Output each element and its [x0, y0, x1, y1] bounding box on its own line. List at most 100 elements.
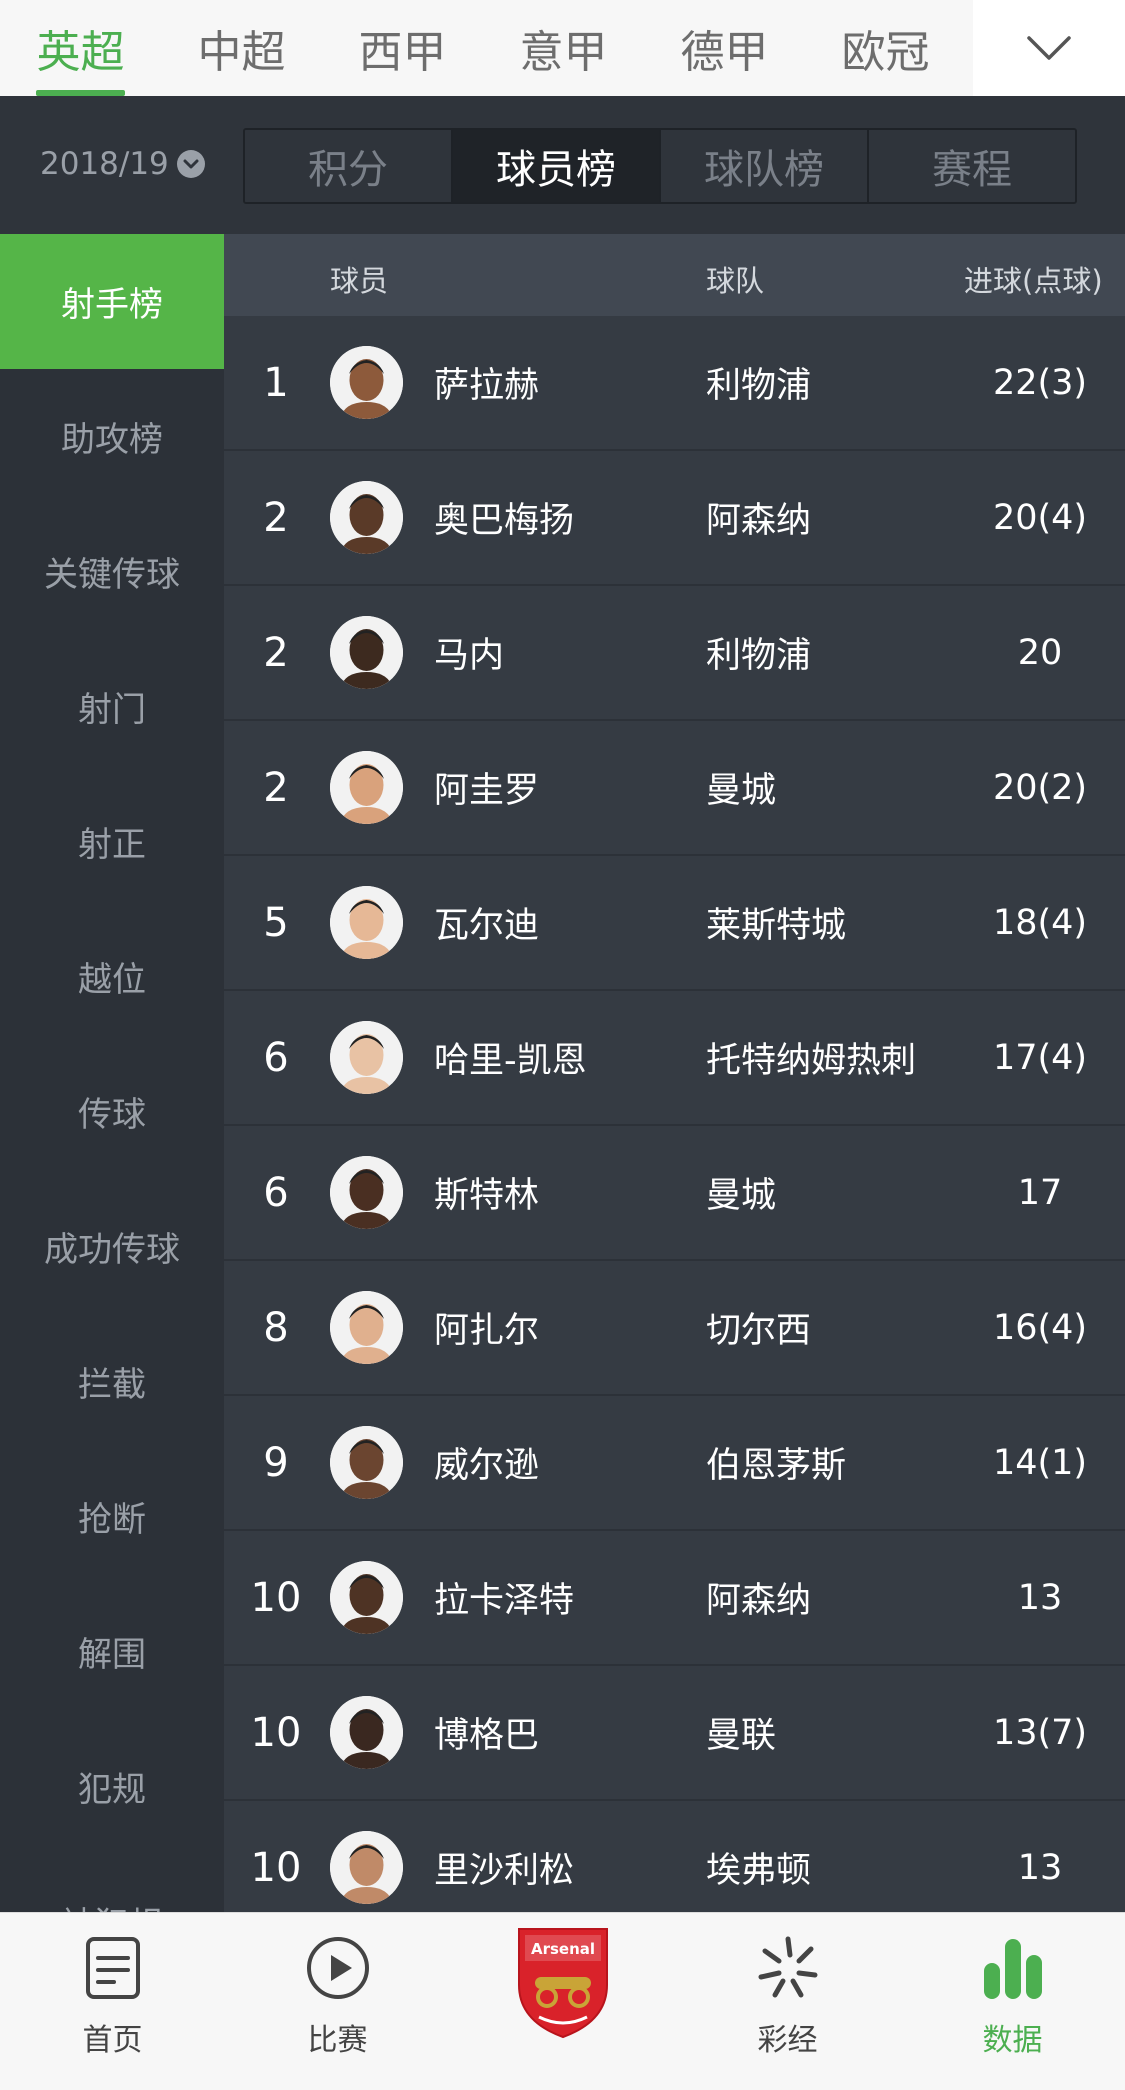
team-name: 托特纳姆热刺	[706, 1041, 917, 1081]
sidebar-item-top-scorers[interactable]: 射手榜	[0, 234, 224, 369]
table-row[interactable]: 6 斯特林 曼城 17	[224, 1126, 1125, 1261]
goals-value: 20(2)	[992, 767, 1088, 808]
sidebar-item-successful-passes[interactable]: 成功传球	[0, 1179, 224, 1314]
sidebar-item-tackles[interactable]: 抢断	[0, 1449, 224, 1584]
bar-chart-icon	[983, 1939, 1042, 1999]
player-avatar	[330, 346, 403, 419]
player-avatar	[330, 616, 403, 689]
sidebar-item-fouls[interactable]: 犯规	[0, 1719, 224, 1854]
rank-number: 5	[263, 899, 289, 946]
nav-matches-label: 比赛	[307, 2023, 368, 2058]
player-name: 阿扎尔	[434, 1311, 540, 1351]
segment-standings[interactable]: 积分	[245, 130, 451, 202]
document-icon	[85, 1937, 140, 1999]
sidebar-item-offsides[interactable]: 越位	[0, 909, 224, 1044]
table-row[interactable]: 2 奥巴梅扬 阿森纳 20(4)	[224, 451, 1125, 586]
nav-lottery[interactable]: 彩经	[675, 1913, 900, 2090]
league-bar: 英超 中超 西甲 意甲 德甲 欧冠	[0, 0, 1125, 96]
rank-number: 6	[263, 1034, 289, 1081]
chevron-down-icon	[1027, 36, 1071, 60]
player-avatar	[330, 1291, 403, 1364]
player-avatar	[330, 886, 403, 959]
sidebar-item-fouled[interactable]: 被犯规	[0, 1854, 224, 1912]
stats-segmented-control: 积分 球员榜 球队榜 赛程	[243, 128, 1077, 204]
sidebar-item-assists[interactable]: 助攻榜	[0, 369, 224, 504]
tab-chinese-super-league[interactable]: 中超	[161, 0, 322, 96]
sidebar-item-interceptions[interactable]: 拦截	[0, 1314, 224, 1449]
nav-data[interactable]: 数据	[900, 1913, 1125, 2090]
tab-champions-league[interactable]: 欧冠	[805, 0, 966, 96]
goals-value: 20(4)	[992, 497, 1088, 538]
season-selector[interactable]: 2018/19	[40, 144, 205, 184]
sidebar-item-shots-on-target[interactable]: 射正	[0, 774, 224, 909]
arsenal-crest-icon: Arsenal	[517, 1928, 608, 2039]
rank-number: 1	[263, 359, 289, 406]
player-name: 马内	[434, 636, 505, 676]
sidebar-item-key-passes[interactable]: 关键传球	[0, 504, 224, 639]
svg-text:Arsenal: Arsenal	[530, 1940, 594, 1958]
team-name: 埃弗顿	[706, 1851, 812, 1891]
player-name: 斯特林	[434, 1176, 540, 1216]
rank-number: 2	[263, 629, 289, 676]
table-row[interactable]: 2 马内 利物浦 20	[224, 586, 1125, 721]
goals-value: 13	[1017, 1577, 1063, 1618]
top-scorers-table: 球员 球队 进球(点球) 1 萨拉赫 利物浦 22(3) 2 奥巴梅扬 阿森纳 20(4) 2 马…	[224, 234, 1125, 1912]
goals-value: 17	[1017, 1172, 1063, 1213]
segment-player-ranking[interactable]: 球员榜	[451, 130, 659, 202]
team-name: 曼城	[706, 1176, 777, 1216]
player-avatar	[330, 1021, 403, 1094]
nav-home-label: 首页	[82, 2023, 143, 2058]
table-row[interactable]: 6 哈里-凯恩 托特纳姆热刺 17(4)	[224, 991, 1125, 1126]
nav-home[interactable]: 首页	[0, 1913, 225, 2090]
table-row[interactable]: 5 瓦尔迪 莱斯特城 18(4)	[224, 856, 1125, 991]
team-name: 阿森纳	[706, 501, 812, 541]
goals-value: 18(4)	[992, 902, 1088, 943]
player-avatar	[330, 1831, 403, 1904]
season-label: 2018/19	[40, 146, 169, 182]
player-name: 萨拉赫	[434, 366, 540, 406]
tab-premier-league[interactable]: 英超	[0, 0, 161, 96]
more-leagues-button[interactable]	[973, 0, 1125, 96]
tab-serie-a[interactable]: 意甲	[483, 0, 644, 96]
table-row[interactable]: 10 拉卡泽特 阿森纳 13	[224, 1531, 1125, 1666]
stat-category-sidebar: 射手榜 助攻榜 关键传球 射门 射正 越位 传球 成功传球 拦截 抢断 解围 犯…	[0, 234, 224, 1912]
play-circle-icon	[306, 1937, 369, 1999]
player-avatar	[330, 751, 403, 824]
table-row[interactable]: 9 威尔逊 伯恩茅斯 14(1)	[224, 1396, 1125, 1531]
tab-bundesliga[interactable]: 德甲	[644, 0, 805, 96]
nav-matches[interactable]: 比赛	[225, 1913, 450, 2090]
tab-la-liga[interactable]: 西甲	[322, 0, 483, 96]
nav-lottery-label: 彩经	[757, 2023, 818, 2058]
team-name: 莱斯特城	[706, 906, 847, 946]
player-name: 奥巴梅扬	[434, 501, 575, 541]
player-name: 里沙利松	[434, 1851, 575, 1891]
player-avatar	[330, 1156, 403, 1229]
sub-header: 2018/19 积分 球员榜 球队榜 赛程	[0, 96, 1125, 234]
sidebar-item-clearances[interactable]: 解围	[0, 1584, 224, 1719]
table-row[interactable]: 10 里沙利松 埃弗顿 13	[224, 1801, 1125, 1912]
team-name: 曼城	[706, 771, 777, 811]
rank-number: 9	[263, 1439, 289, 1486]
player-avatar	[330, 1561, 403, 1634]
sidebar-item-shots[interactable]: 射门	[0, 639, 224, 774]
sidebar-item-passes[interactable]: 传球	[0, 1044, 224, 1179]
goals-value: 13(7)	[992, 1712, 1088, 1753]
player-name: 阿圭罗	[434, 771, 540, 811]
column-header-goals: 进球(点球)	[964, 264, 1103, 298]
table-row[interactable]: 10 博格巴 曼联 13(7)	[224, 1666, 1125, 1801]
segment-team-ranking[interactable]: 球队榜	[659, 130, 867, 202]
player-name: 博格巴	[434, 1716, 540, 1756]
table-row[interactable]: 8 阿扎尔 切尔西 16(4)	[224, 1261, 1125, 1396]
spark-icon	[758, 1936, 817, 1998]
table-row[interactable]: 1 萨拉赫 利物浦 22(3)	[224, 316, 1125, 451]
rank-number: 2	[263, 494, 289, 541]
player-name: 拉卡泽特	[434, 1581, 575, 1621]
player-avatar	[330, 481, 403, 554]
team-name: 利物浦	[706, 366, 812, 406]
segment-schedule[interactable]: 赛程	[867, 130, 1075, 202]
rank-number: 10	[250, 1709, 302, 1756]
table-header: 球员 球队 进球(点球)	[224, 234, 1125, 316]
chevron-down-circle-icon	[176, 150, 205, 178]
table-row[interactable]: 2 阿圭罗 曼城 20(2)	[224, 721, 1125, 856]
nav-club-crest[interactable]: Arsenal	[450, 1913, 675, 2090]
